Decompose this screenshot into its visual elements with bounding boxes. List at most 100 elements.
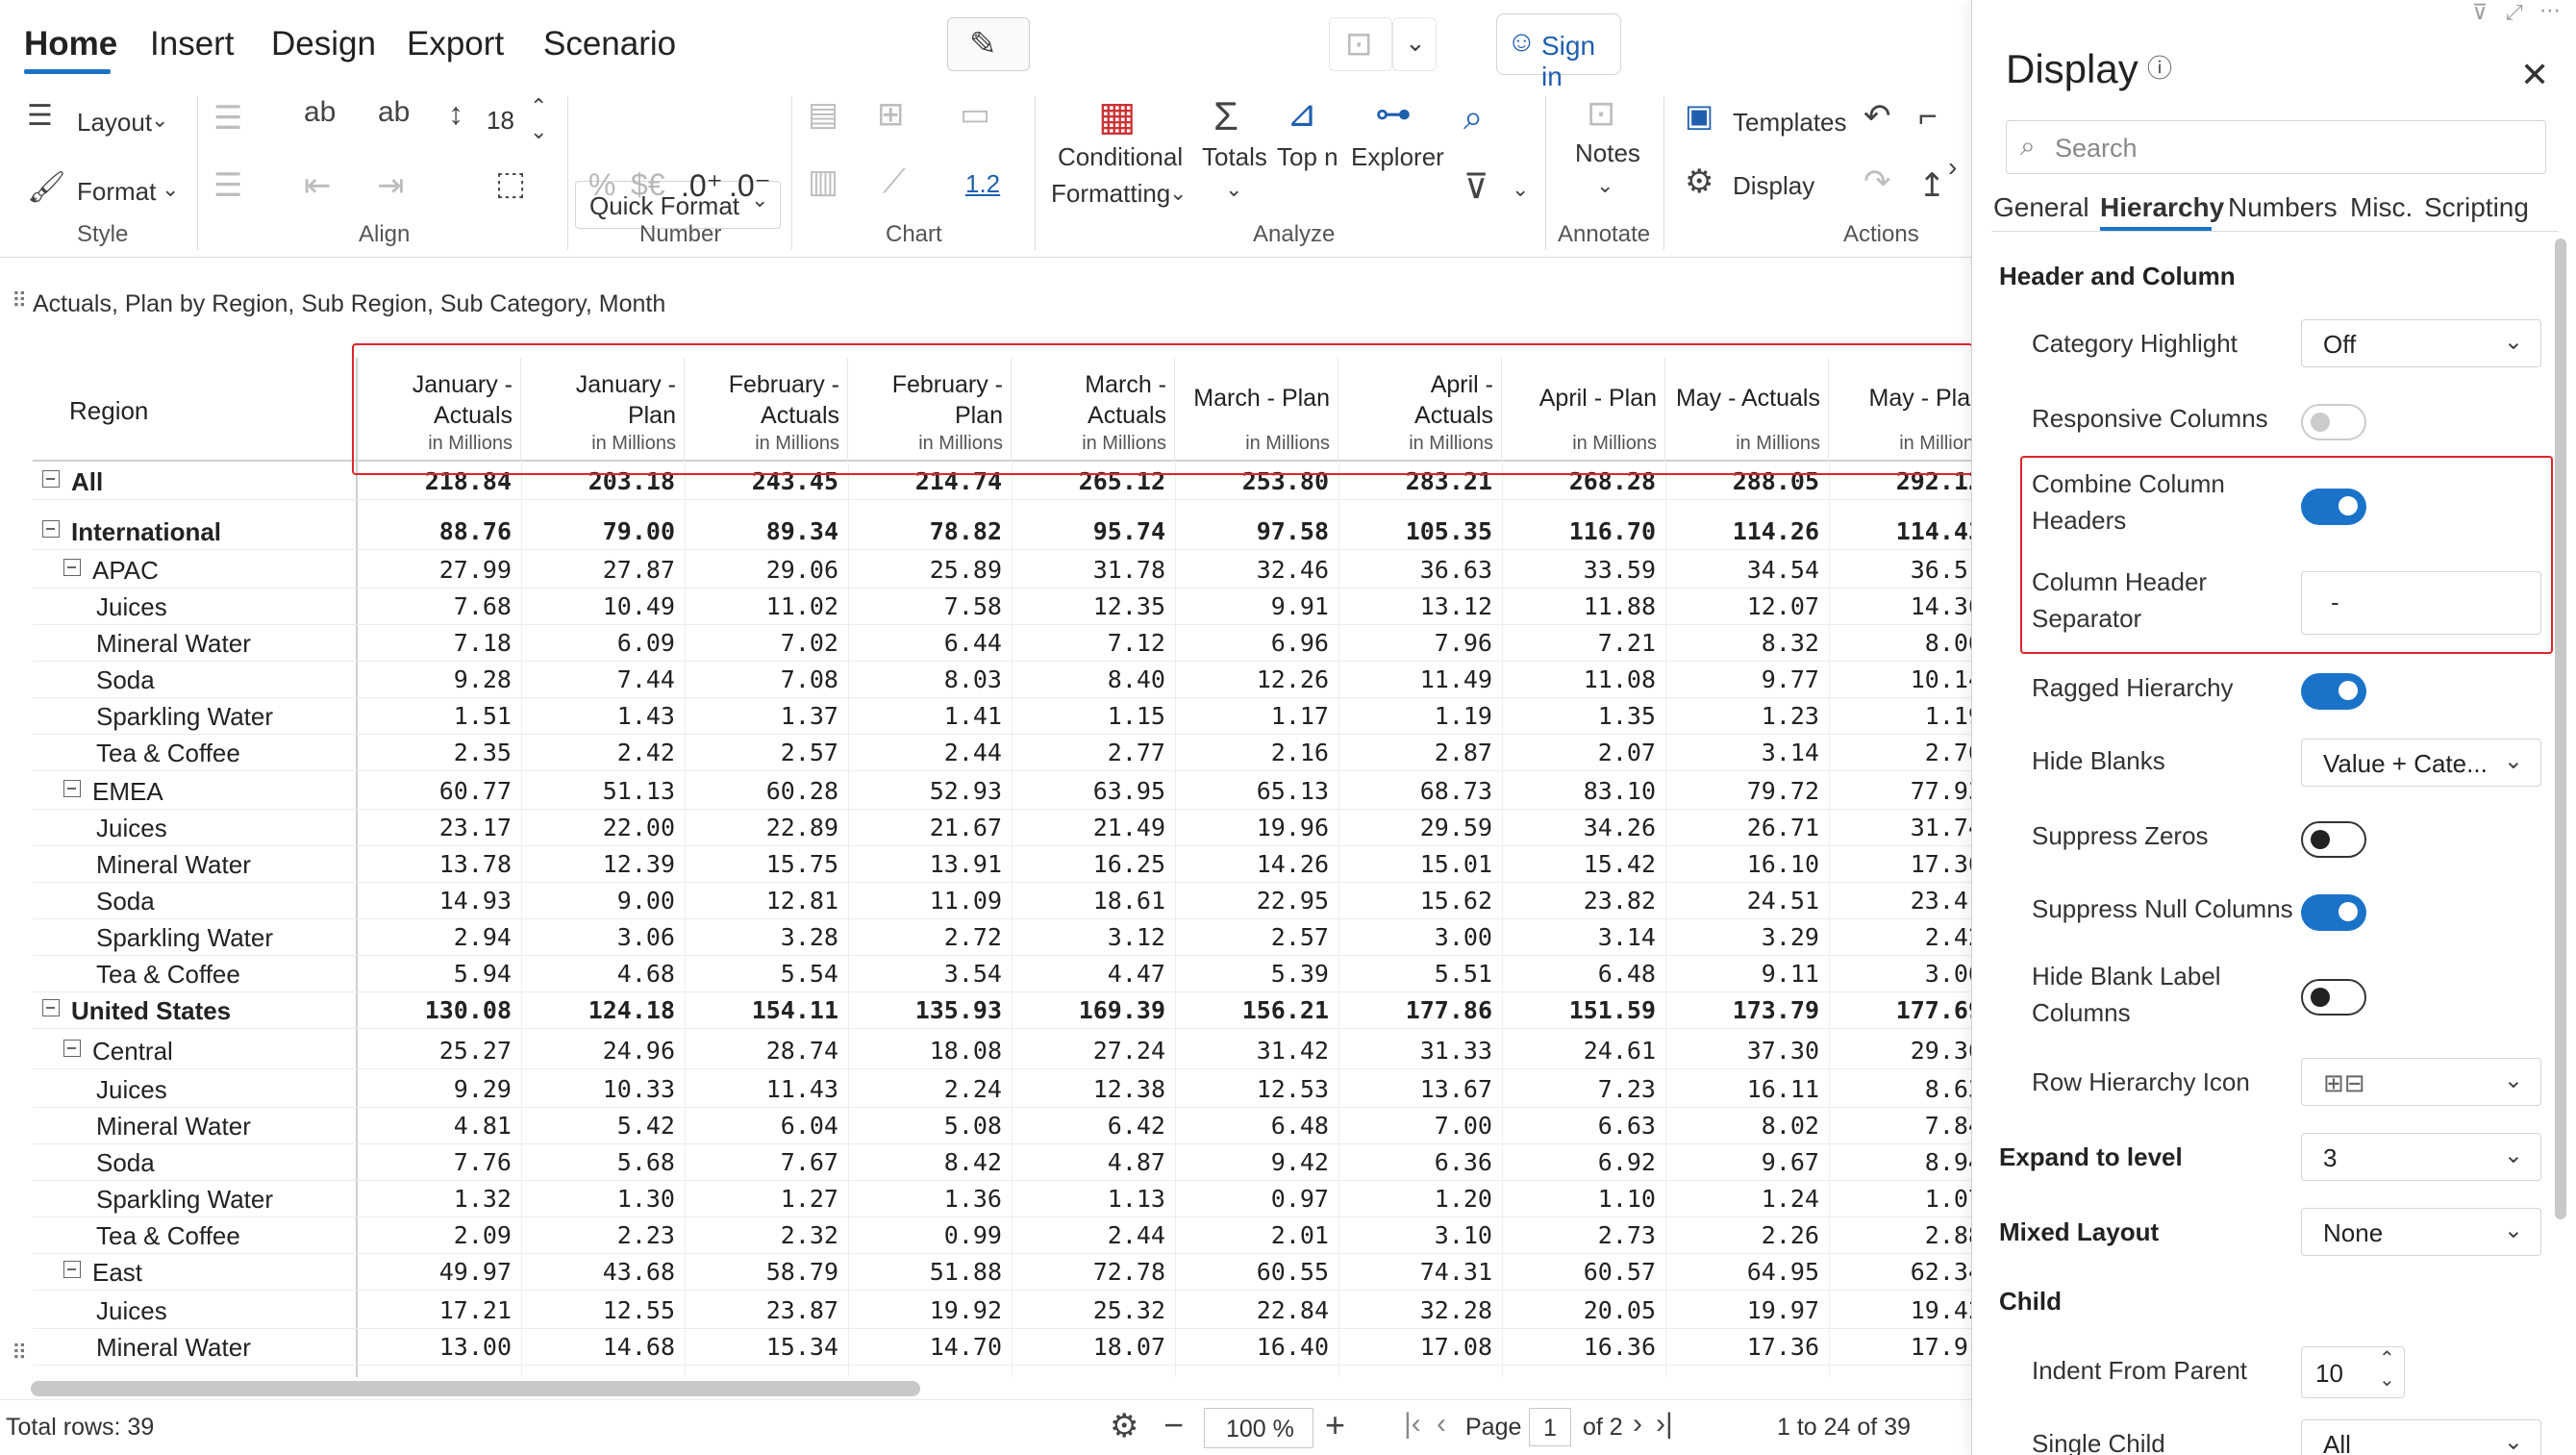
table-cell[interactable]: 151.59 xyxy=(1502,996,1656,1024)
redo-icon[interactable]: ↷ xyxy=(1863,165,1891,198)
table-cell[interactable]: 2.76 xyxy=(1829,739,1971,766)
decrease-decimal-button[interactable]: .0⁻ xyxy=(729,167,771,204)
scale-button[interactable]: 1.2 xyxy=(965,169,1000,199)
expand-icon[interactable]: ⤢ xyxy=(2506,2,2523,23)
table-cell[interactable]: 1.19 xyxy=(1829,702,1971,730)
table-cell[interactable]: 31.78 xyxy=(1012,556,1165,584)
table-cell[interactable]: 1.43 xyxy=(521,702,675,730)
table-cell[interactable]: 24.61 xyxy=(1502,1037,1656,1065)
table-cell[interactable]: 6.96 xyxy=(1175,629,1329,657)
table-cell[interactable]: 51.88 xyxy=(848,1258,1002,1286)
table-cell[interactable]: 4.81 xyxy=(358,1112,512,1140)
table-cell[interactable]: 49.97 xyxy=(358,1258,512,1286)
expand-level-dropdown[interactable]: 3 ⌄ xyxy=(2301,1133,2541,1181)
templates-button[interactable]: Templates xyxy=(1733,108,1847,138)
panel-scrollbar[interactable] xyxy=(2555,238,2566,1219)
formatting-label[interactable]: Formatting xyxy=(1051,179,1170,209)
table-cell[interactable]: 2.57 xyxy=(685,739,838,766)
table-cell[interactable]: 14.70 xyxy=(848,1333,1002,1361)
table-cell[interactable]: 156.21 xyxy=(1175,996,1329,1024)
table-cell[interactable]: 3.28 xyxy=(685,923,838,951)
table-cell[interactable]: 21.67 xyxy=(848,814,1002,841)
table-cell[interactable]: 3.14 xyxy=(1665,739,1819,766)
table-cell[interactable]: 7.76 xyxy=(358,1148,512,1176)
table-cell[interactable]: 3.10 xyxy=(1338,1221,1492,1249)
table-cell[interactable]: 19.42 xyxy=(1829,1296,1971,1324)
table-cell[interactable]: 173.79 xyxy=(1665,996,1819,1024)
table-row[interactable]: Juices 7.68 10.49 11.02 7.58 12.35 9.91 13.12 11… xyxy=(33,589,1971,625)
table-cell[interactable]: 154.11 xyxy=(685,996,838,1024)
table-cell[interactable]: 11.08 xyxy=(1502,665,1656,693)
table-cell[interactable]: 12.26 xyxy=(1175,665,1329,693)
table-cell[interactable]: 4.47 xyxy=(1012,960,1165,988)
tab-general[interactable]: General xyxy=(1993,192,2089,223)
combine-headers-toggle[interactable] xyxy=(2301,489,2366,525)
table-cell[interactable]: 2.24 xyxy=(848,1075,1002,1103)
table-cell[interactable]: 13.00 xyxy=(358,1333,512,1361)
collapse-icon[interactable] xyxy=(42,999,60,1016)
chevron-right-icon[interactable]: › xyxy=(1948,154,1957,181)
table-cell[interactable]: 32.46 xyxy=(1175,556,1329,584)
table-cell[interactable]: 88.76 xyxy=(358,517,512,545)
totals-button[interactable]: Totals xyxy=(1202,142,1267,172)
table-cell[interactable]: 15.01 xyxy=(1338,850,1492,878)
table-cell[interactable]: 3.06 xyxy=(1829,960,1971,988)
table-cell[interactable]: 10.49 xyxy=(521,592,675,620)
table-cell[interactable]: 34.54 xyxy=(1665,556,1819,584)
collapse-icon[interactable] xyxy=(63,780,81,797)
display-button[interactable]: Display xyxy=(1733,171,1814,201)
table-cell[interactable]: 1.23 xyxy=(1665,702,1819,730)
table-row[interactable]: Tea & Coffee 2.35 2.42 2.57 2.44 2.77 2.16 2.87… xyxy=(33,735,1971,771)
table-cell[interactable]: 20.05 xyxy=(1502,1296,1656,1324)
table-cell[interactable]: 33.59 xyxy=(1502,556,1656,584)
table-cell[interactable]: 22.84 xyxy=(1175,1296,1329,1324)
table-cell[interactable]: 15.42 xyxy=(1502,850,1656,878)
table-cell[interactable]: 8.42 xyxy=(848,1148,1002,1176)
table-cell[interactable]: 31.74 xyxy=(1829,814,1971,841)
table-cell[interactable]: 1.24 xyxy=(1665,1185,1819,1213)
table-row[interactable]: United States 130.08 124.18 154.11 135.93 169… xyxy=(33,992,1971,1029)
table-cell[interactable]: 18.07 xyxy=(1012,1333,1165,1361)
table-cell[interactable]: 1.32 xyxy=(358,1185,512,1213)
table-cell[interactable]: 51.13 xyxy=(521,777,675,805)
table-cell[interactable]: 7.21 xyxy=(1502,629,1656,657)
sign-in-button[interactable]: ☺ Sign in xyxy=(1496,13,1621,91)
indent-from-parent-stepper[interactable]: 10 ⌃ ⌄ xyxy=(2301,1346,2405,1398)
table-cell[interactable]: 16.25 xyxy=(1012,850,1165,878)
font-size-value[interactable]: 18 xyxy=(487,106,514,136)
table-cell[interactable]: 4.68 xyxy=(521,960,675,988)
table-cell[interactable]: 8.03 xyxy=(848,665,1002,693)
next-page-icon[interactable]: › xyxy=(1633,1410,1642,1439)
table-cell[interactable]: 43.68 xyxy=(521,1258,675,1286)
table-cell[interactable]: 135.93 xyxy=(848,996,1002,1024)
table-cell[interactable]: 19.97 xyxy=(1665,1296,1819,1324)
collapse-icon[interactable] xyxy=(63,1040,81,1057)
table-cell[interactable]: 2.42 xyxy=(521,739,675,766)
hide-blanks-dropdown[interactable]: Value + Cate... ⌄ xyxy=(2301,739,2541,787)
drag-handle-icon[interactable]: ⠿ xyxy=(12,1342,27,1364)
region-header[interactable]: Region xyxy=(69,396,148,426)
close-icon[interactable]: ✕ xyxy=(2520,58,2549,92)
table-row[interactable]: EMEA 60.77 51.13 60.28 52.93 63.95 65.13 68.73 8… xyxy=(33,773,1971,810)
table-cell[interactable]: 8.02 xyxy=(1665,1112,1819,1140)
table-cell[interactable]: 13.91 xyxy=(848,850,1002,878)
table-cell[interactable]: 11.43 xyxy=(685,1075,838,1103)
table-cell[interactable]: 24.51 xyxy=(1665,887,1819,915)
tab-home[interactable]: Home xyxy=(24,25,117,63)
responsive-columns-toggle[interactable] xyxy=(2301,404,2366,440)
table-cell[interactable]: 1.37 xyxy=(685,702,838,730)
table-cell[interactable]: 27.24 xyxy=(1012,1037,1165,1065)
collapse-icon[interactable] xyxy=(63,1261,81,1278)
increase-decimal-button[interactable]: .0⁺ xyxy=(681,167,723,204)
table-row[interactable]: Soda 7.76 5.68 7.67 8.42 4.87 9.42 6.36 6.92 9.67… xyxy=(33,1144,1971,1181)
table-cell[interactable]: 17.36 xyxy=(1665,1333,1819,1361)
comment-dropdown[interactable]: ⌄ xyxy=(1392,17,1437,71)
table-cell[interactable]: 25.32 xyxy=(1012,1296,1165,1324)
table-cell[interactable]: 6.48 xyxy=(1502,960,1656,988)
spell-check-icon[interactable]: ab xyxy=(378,98,410,127)
table-cell[interactable]: 114.43 xyxy=(1829,517,1971,545)
table-cell[interactable]: 1.30 xyxy=(521,1185,675,1213)
table-cell[interactable]: 1.35 xyxy=(1502,702,1656,730)
table-cell[interactable]: 64.95 xyxy=(1665,1258,1819,1286)
filter-icon[interactable]: ⊽ xyxy=(2472,2,2488,23)
